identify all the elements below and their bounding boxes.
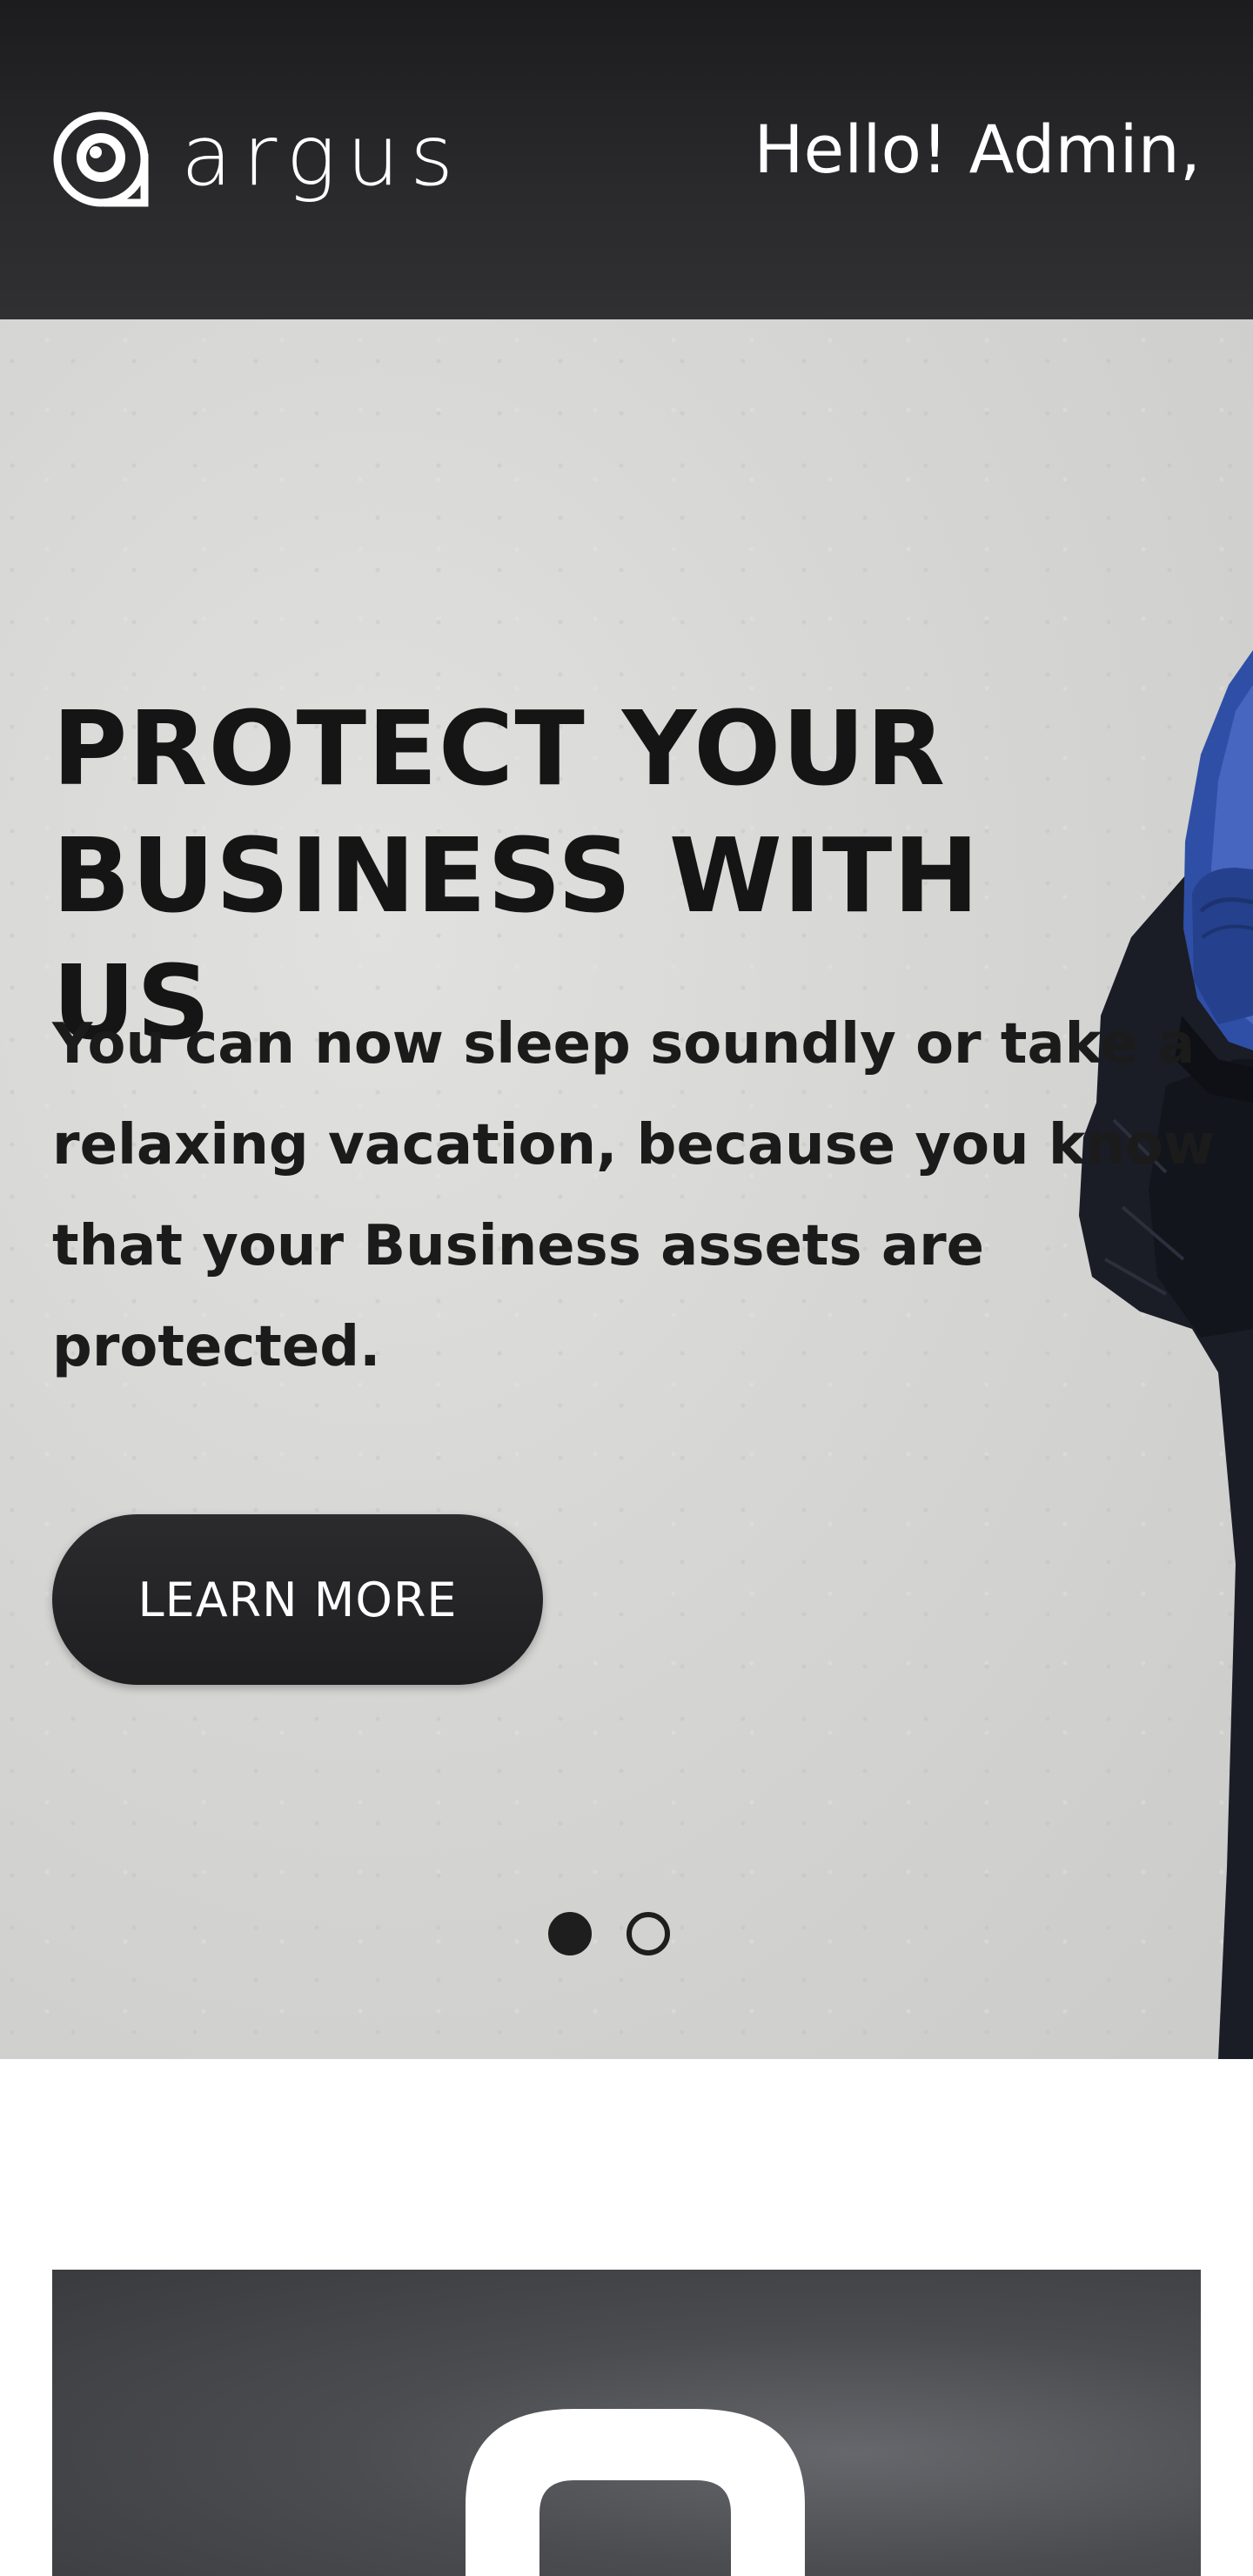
hero-title-line-1: PROTECT YOUR: [52, 688, 947, 808]
slider-pagination: [548, 1912, 670, 1955]
site-header: argus Hello! Admin,: [0, 0, 1253, 319]
slide-dot-1[interactable]: [548, 1912, 592, 1955]
slide-dot-2[interactable]: [626, 1912, 670, 1955]
learn-more-button[interactable]: LEARN MORE: [52, 1514, 543, 1685]
eye-at-icon: [53, 111, 149, 207]
brand-name: argus: [181, 107, 465, 205]
feature-card: [52, 2270, 1201, 2576]
brand-logo[interactable]: argus: [52, 103, 464, 216]
user-greeting[interactable]: Hello! Admin,: [754, 117, 1201, 183]
hero-description: You can now sleep soundly or take a rela…: [52, 1012, 1216, 1379]
hero-slider: PROTECT YOUR BUSINESS WITH US You can no…: [0, 319, 1253, 2059]
padlock-icon: [466, 2409, 805, 2576]
